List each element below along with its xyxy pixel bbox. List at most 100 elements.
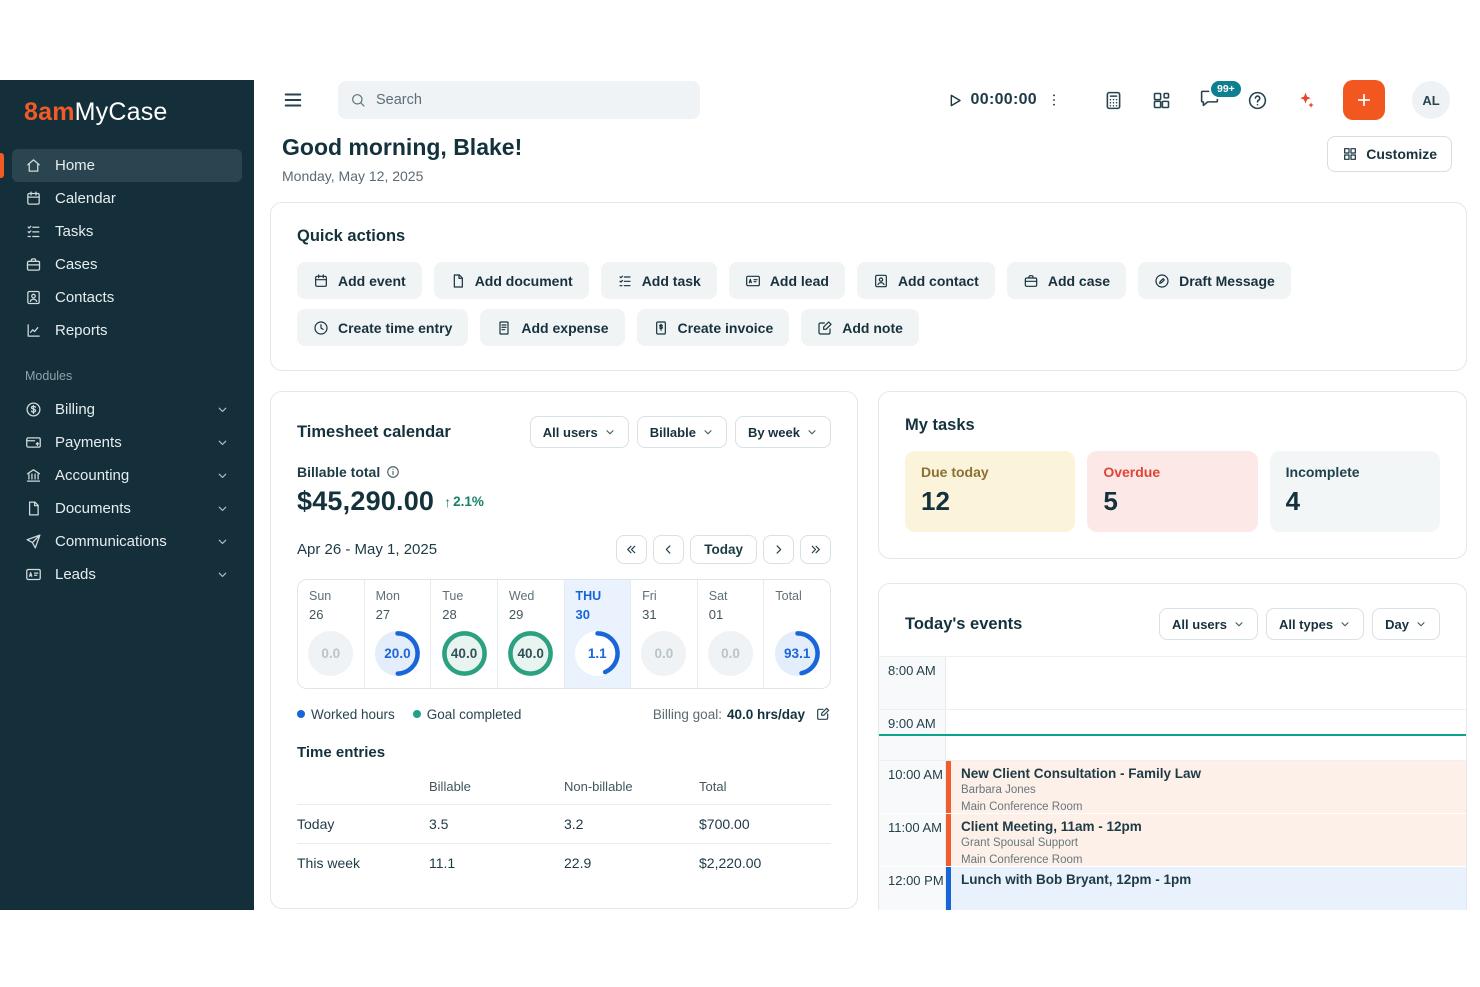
sidebar-item-label: Leads — [55, 566, 96, 583]
hours-ring-total: 93.1 — [774, 630, 821, 677]
day-cell-thu-today[interactable]: THU30 1.1 — [565, 580, 632, 688]
search-box — [338, 81, 700, 119]
sidebar-item-billing[interactable]: Billing — [12, 393, 242, 426]
due-today-count: 12 — [921, 486, 1059, 517]
prev-week-button[interactable] — [653, 535, 684, 564]
apps-grid-icon[interactable] — [1151, 90, 1172, 111]
day-cell-tue[interactable]: Tue28 40.0 — [431, 580, 498, 688]
overdue-count: 5 — [1103, 486, 1241, 517]
week-grid: Sun26 0.0 Mon27 20.0 Tue28 40.0 — [297, 579, 831, 689]
app-window: 8amMyCase Home Calendar Tasks Cases — [0, 80, 1480, 910]
add-lead-button[interactable]: Add lead — [729, 262, 845, 299]
add-event-button[interactable]: Add event — [297, 262, 422, 299]
today-button[interactable]: Today — [690, 535, 757, 564]
search-input[interactable] — [338, 81, 700, 119]
filter-all-users[interactable]: All users — [530, 416, 629, 448]
events-filter-day[interactable]: Day — [1372, 608, 1440, 640]
stat-due-today[interactable]: Due today 12 — [905, 451, 1075, 532]
sidebar-item-payments[interactable]: Payments — [12, 426, 242, 459]
events-filter-all-users[interactable]: All users — [1159, 608, 1258, 640]
menu-icon[interactable] — [282, 89, 304, 111]
customize-button[interactable]: Customize — [1327, 136, 1452, 172]
quick-actions-card: Quick actions Add event Add document Add… — [270, 202, 1467, 371]
prev-month-button[interactable] — [616, 535, 647, 564]
chevron-down-icon — [702, 426, 714, 438]
billable-total-label: Billable total — [297, 464, 380, 480]
next-week-button[interactable] — [763, 535, 794, 564]
messages-button[interactable]: 99+ — [1199, 87, 1220, 113]
sidebar: 8amMyCase Home Calendar Tasks Cases — [0, 80, 254, 910]
my-tasks-card: My tasks Due today 12 Overdue 5 — [878, 391, 1467, 559]
hours-ring: 20.0 — [374, 630, 421, 677]
event-new-client-consultation[interactable]: 10:00 AM New Client Consultation - Famil… — [879, 761, 1466, 814]
next-month-button[interactable] — [800, 535, 831, 564]
clock-icon — [313, 320, 329, 336]
sidebar-item-calendar[interactable]: Calendar — [12, 182, 242, 215]
time-slot-9am[interactable]: 9:00 AM — [879, 710, 1466, 734]
sidebar-item-documents[interactable]: Documents — [12, 492, 242, 525]
filter-by-week[interactable]: By week — [735, 416, 831, 448]
play-icon[interactable] — [945, 91, 964, 110]
time-slot-8am[interactable]: 8:00 AM — [879, 657, 1466, 710]
avatar[interactable]: AL — [1412, 81, 1450, 119]
sidebar-item-label: Cases — [55, 256, 98, 273]
invoice-icon — [653, 320, 669, 336]
event-client-meeting[interactable]: 11:00 AM Client Meeting, 11am - 12pm Gra… — [879, 814, 1466, 867]
add-task-button[interactable]: Add task — [601, 262, 717, 299]
timesheet-title: Timesheet calendar — [297, 423, 451, 442]
sidebar-item-home[interactable]: Home — [12, 149, 242, 182]
paper-plane-icon — [25, 533, 42, 550]
info-icon[interactable] — [386, 465, 400, 479]
filter-billable[interactable]: Billable — [637, 416, 727, 448]
quick-actions-title: Quick actions — [297, 227, 1440, 246]
sidebar-item-label: Reports — [55, 322, 108, 339]
create-time-entry-button[interactable]: Create time entry — [297, 309, 468, 346]
page-date: Monday, May 12, 2025 — [282, 168, 522, 184]
sidebar-item-label: Billing — [55, 401, 95, 418]
chevron-down-icon — [1233, 618, 1245, 630]
edit-icon[interactable] — [815, 706, 831, 722]
day-cell-sun[interactable]: Sun26 0.0 — [298, 580, 365, 688]
add-note-button[interactable]: Add note — [801, 309, 919, 346]
sidebar-item-cases[interactable]: Cases — [12, 248, 242, 281]
day-cell-fri[interactable]: Fri31 0.0 — [631, 580, 698, 688]
sidebar-item-accounting[interactable]: Accounting — [12, 459, 242, 492]
timer[interactable]: 00:00:00 — [945, 91, 1062, 110]
create-invoice-button[interactable]: Create invoice — [637, 309, 790, 346]
hours-ring: 1.1 — [574, 630, 621, 677]
billing-goal: Billing goal: 40.0 hrs/day — [653, 706, 831, 722]
sidebar-item-label: Payments — [55, 434, 122, 451]
double-chevron-right-icon — [809, 543, 822, 556]
draft-message-button[interactable]: Draft Message — [1138, 262, 1291, 299]
add-contact-button[interactable]: Add contact — [857, 262, 995, 299]
sidebar-item-reports[interactable]: Reports — [12, 314, 242, 347]
kebab-menu-icon[interactable] — [1046, 92, 1062, 108]
stat-incomplete[interactable]: Incomplete 4 — [1270, 451, 1440, 532]
sidebar-item-leads[interactable]: Leads — [12, 558, 242, 591]
event-lunch-bob-bryant[interactable]: 12:00 PM Lunch with Bob Bryant, 12pm - 1… — [879, 867, 1466, 910]
time-entries-table: Billable Non-billable Total Today 3.5 3.… — [297, 771, 831, 882]
sidebar-item-communications[interactable]: Communications — [12, 525, 242, 558]
hours-ring: 0.0 — [307, 630, 354, 677]
add-expense-button[interactable]: Add expense — [480, 309, 624, 346]
calculator-icon[interactable] — [1103, 90, 1124, 111]
add-document-button[interactable]: Add document — [434, 262, 589, 299]
add-case-button[interactable]: Add case — [1007, 262, 1126, 299]
help-icon[interactable] — [1247, 90, 1268, 111]
sparkle-ai-icon[interactable] — [1295, 90, 1316, 111]
sidebar-item-tasks[interactable]: Tasks — [12, 215, 242, 248]
week-range: Apr 26 - May 1, 2025 — [297, 541, 437, 558]
global-add-button[interactable] — [1343, 80, 1385, 120]
day-cell-sat[interactable]: Sat01 0.0 — [698, 580, 765, 688]
chevron-down-icon — [216, 436, 229, 449]
day-cell-mon[interactable]: Mon27 20.0 — [365, 580, 432, 688]
sidebar-nav: Home Calendar Tasks Cases Contacts — [0, 149, 254, 347]
events-filter-all-types[interactable]: All types — [1266, 608, 1364, 640]
sidebar-item-contacts[interactable]: Contacts — [12, 281, 242, 314]
day-cell-wed[interactable]: Wed29 40.0 — [498, 580, 565, 688]
chevron-right-icon — [772, 543, 785, 556]
stat-overdue[interactable]: Overdue 5 — [1087, 451, 1257, 532]
sidebar-item-label: Tasks — [55, 223, 93, 240]
search-icon — [350, 92, 366, 108]
hours-ring: 40.0 — [507, 630, 554, 677]
